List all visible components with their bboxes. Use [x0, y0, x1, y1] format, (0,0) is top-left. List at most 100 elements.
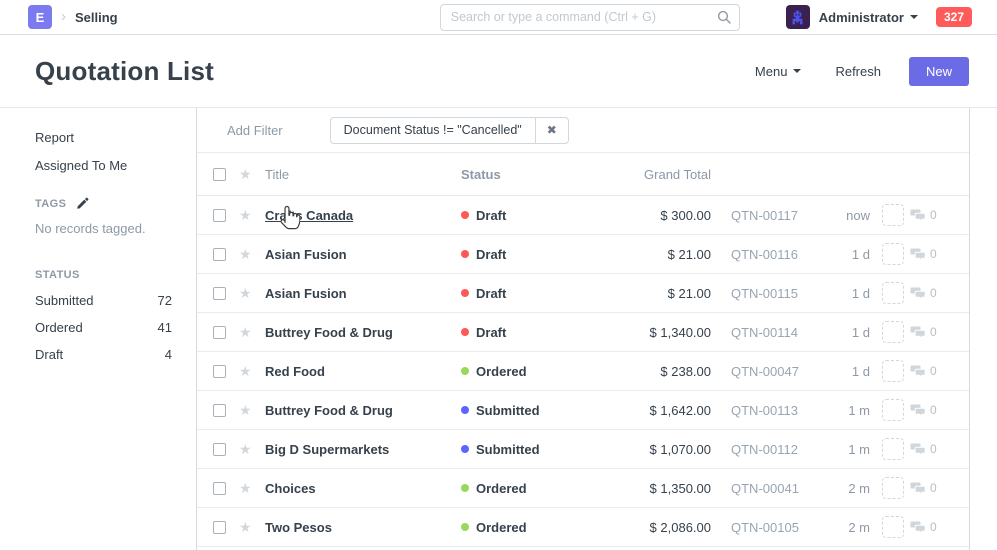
assign-avatar-placeholder[interactable] [882, 360, 904, 382]
comment-count-value: 0 [930, 325, 937, 339]
table-row[interactable]: ★ Asian Fusion Draft $ 21.00 QTN-00115 1… [197, 274, 969, 313]
grand-total-value: $ 21.00 [591, 247, 711, 262]
row-id-link[interactable]: QTN-00047 [731, 364, 826, 379]
row-title-link[interactable]: Red Food [265, 364, 325, 379]
status-filter-label: Ordered [35, 320, 83, 335]
row-checkbox[interactable] [213, 326, 226, 339]
filter-condition[interactable]: Document Status != "Cancelled" [331, 118, 535, 143]
row-checkbox[interactable] [213, 365, 226, 378]
add-filter-button[interactable]: Add Filter [227, 123, 283, 138]
chevron-down-icon [910, 15, 918, 19]
comment-count: 0 [910, 208, 954, 222]
grand-total-value: $ 1,070.00 [591, 442, 711, 457]
column-status: Status [461, 167, 591, 182]
star-icon[interactable]: ★ [239, 325, 255, 339]
top-navbar: E › Selling [0, 0, 997, 35]
row-title-link[interactable]: Buttrey Food & Drug [265, 325, 393, 340]
status-filter-count: 72 [158, 293, 172, 308]
notification-badge[interactable]: 327 [936, 7, 972, 27]
sidebar-link[interactable]: Assigned To Me [35, 158, 172, 173]
search-icon [717, 10, 731, 24]
assign-avatar-placeholder[interactable] [882, 282, 904, 304]
table-row[interactable]: ★ Red Food Ordered $ 238.00 QTN-00047 1 … [197, 352, 969, 391]
table-row[interactable]: ★ Big D Supermarkets Submitted $ 1,070.0… [197, 430, 969, 469]
row-title-link[interactable]: Choices [265, 481, 316, 496]
modified-time: 1 d [826, 325, 870, 340]
row-id-link[interactable]: QTN-00117 [731, 208, 826, 223]
table-row[interactable]: ★ Crafts Canada Draft $ 300.00 QTN-00117… [197, 196, 969, 235]
star-icon[interactable]: ★ [239, 208, 255, 222]
search-input[interactable] [440, 4, 740, 31]
avatar [786, 5, 810, 29]
row-id-link[interactable]: QTN-00041 [731, 481, 826, 496]
star-icon[interactable]: ★ [239, 442, 255, 456]
tags-heading: TAGS [35, 197, 172, 210]
app-logo[interactable]: E [28, 5, 52, 29]
row-id-link[interactable]: QTN-00112 [731, 442, 826, 457]
user-name: Administrator [819, 10, 904, 25]
assign-avatar-placeholder[interactable] [882, 243, 904, 265]
table-row[interactable]: ★ Buttrey Food & Drug Draft $ 1,340.00 Q… [197, 313, 969, 352]
edit-tags-pencil-icon[interactable] [76, 197, 89, 210]
row-id-link[interactable]: QTN-00116 [731, 247, 826, 262]
menu-button[interactable]: Menu [755, 64, 802, 79]
sidebar-links: Report Assigned To Me [35, 130, 172, 173]
row-id-link[interactable]: QTN-00105 [731, 520, 826, 535]
remove-filter-icon[interactable]: ✖ [535, 118, 568, 143]
row-title-link[interactable]: Two Pesos [265, 520, 332, 535]
row-checkbox[interactable] [213, 248, 226, 261]
row-title-link[interactable]: Buttrey Food & Drug [265, 403, 393, 418]
modified-time: 1 d [826, 364, 870, 379]
active-filter-pill: Document Status != "Cancelled" ✖ [330, 117, 569, 144]
assign-avatar-placeholder[interactable] [882, 516, 904, 538]
row-title-link[interactable]: Asian Fusion [265, 247, 347, 262]
row-checkbox[interactable] [213, 482, 226, 495]
row-checkbox[interactable] [213, 404, 226, 417]
refresh-button[interactable]: Refresh [835, 64, 881, 79]
star-icon[interactable]: ★ [239, 364, 255, 378]
assign-avatar-placeholder[interactable] [882, 321, 904, 343]
sidebar-status-filter[interactable]: Submitted 72 [35, 293, 172, 308]
row-id-link[interactable]: QTN-00114 [731, 325, 826, 340]
sidebar-status-filter[interactable]: Ordered 41 [35, 320, 172, 335]
row-id-link[interactable]: QTN-00115 [731, 286, 826, 301]
row-title-link[interactable]: Asian Fusion [265, 286, 347, 301]
table-row[interactable]: ★ Choices Ordered $ 1,350.00 QTN-00041 2… [197, 469, 969, 508]
row-id-link[interactable]: QTN-00113 [731, 403, 826, 418]
table-row[interactable]: ★ Two Pesos Ordered $ 2,086.00 QTN-00105… [197, 508, 969, 547]
user-menu[interactable]: Administrator [786, 5, 918, 29]
breadcrumb[interactable]: Selling [75, 10, 118, 25]
assign-avatar-placeholder[interactable] [882, 204, 904, 226]
status-cell: Draft [461, 286, 591, 301]
comment-count: 0 [910, 325, 954, 339]
comment-count-value: 0 [930, 208, 937, 222]
star-icon[interactable]: ★ [239, 247, 255, 261]
row-checkbox[interactable] [213, 287, 226, 300]
star-icon[interactable]: ★ [239, 403, 255, 417]
select-all-checkbox[interactable] [213, 168, 226, 181]
sidebar-link[interactable]: Report [35, 130, 172, 145]
grand-total-value: $ 1,340.00 [591, 325, 711, 340]
status-label: Draft [476, 325, 506, 340]
assign-avatar-placeholder[interactable] [882, 477, 904, 499]
assign-avatar-placeholder[interactable] [882, 399, 904, 421]
star-icon[interactable]: ★ [239, 520, 255, 534]
row-checkbox[interactable] [213, 209, 226, 222]
comment-icon [910, 365, 926, 378]
new-button[interactable]: New [909, 57, 969, 86]
row-checkbox[interactable] [213, 521, 226, 534]
quotation-list: Add Filter Document Status != "Cancelled… [196, 108, 970, 550]
status-dot [461, 250, 469, 258]
table-row[interactable]: ★ Buttrey Food & Drug Submitted $ 1,642.… [197, 391, 969, 430]
assign-avatar-placeholder[interactable] [882, 438, 904, 460]
row-title-link[interactable]: Crafts Canada [265, 208, 353, 223]
row-title-link[interactable]: Big D Supermarkets [265, 442, 389, 457]
table-row[interactable]: ★ Asian Fusion Draft $ 21.00 QTN-00116 1… [197, 235, 969, 274]
list-rows: ★ Crafts Canada Draft $ 300.00 QTN-00117… [197, 196, 969, 547]
star-icon[interactable]: ★ [239, 286, 255, 300]
star-icon[interactable]: ★ [239, 481, 255, 495]
row-checkbox[interactable] [213, 443, 226, 456]
sidebar-status-filter[interactable]: Draft 4 [35, 347, 172, 362]
comment-icon [910, 482, 926, 495]
status-cell: Submitted [461, 403, 591, 418]
